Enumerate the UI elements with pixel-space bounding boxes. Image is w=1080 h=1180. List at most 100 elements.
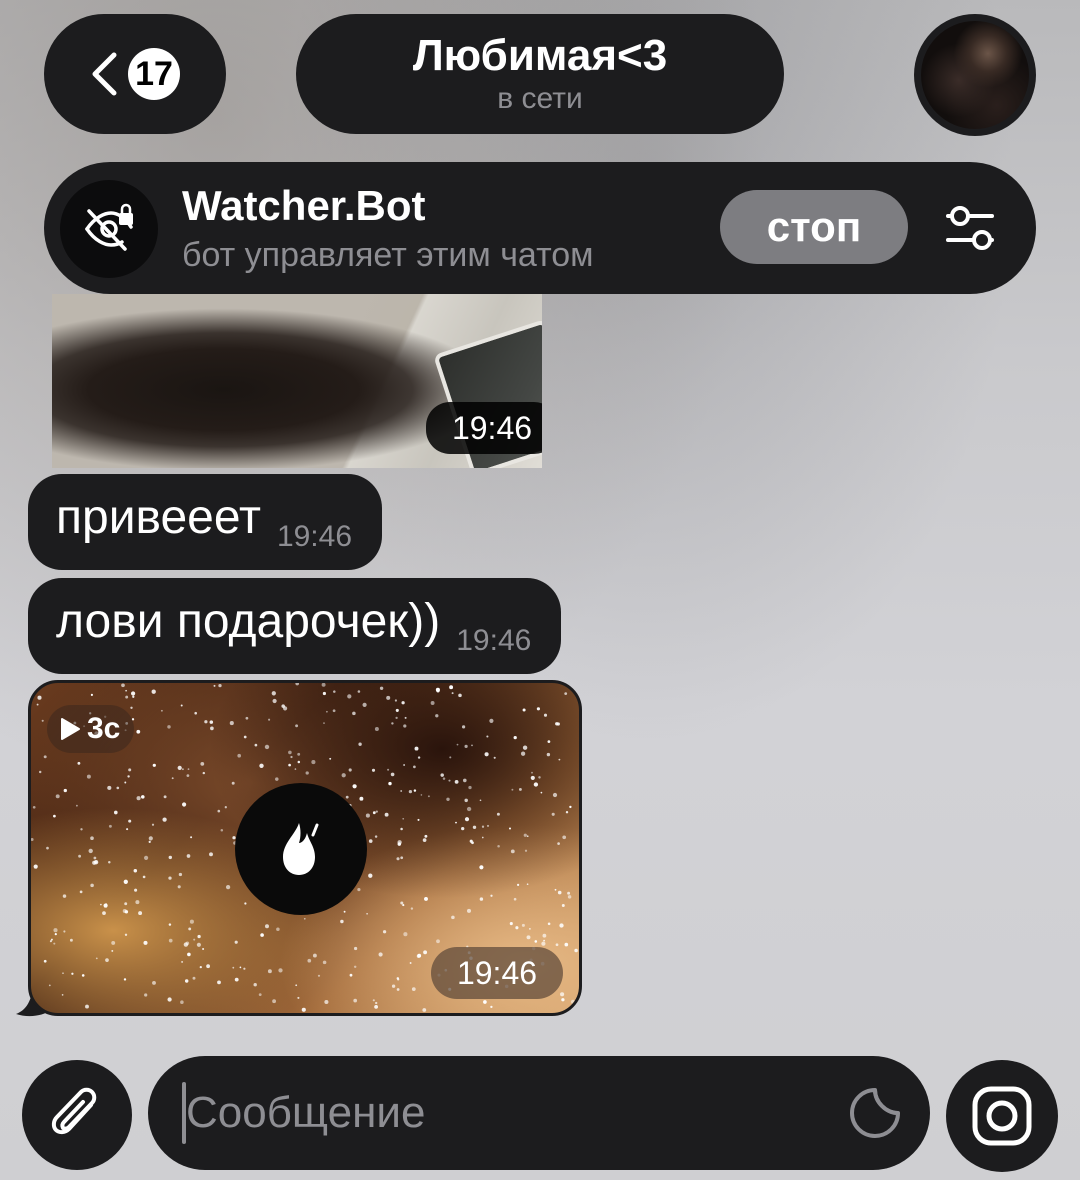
spoiler-particle [297,752,301,756]
spoiler-particle [37,695,42,700]
spoiler-particle [180,1000,184,1004]
spoiler-particle [371,768,376,772]
spoiler-particle [232,966,235,969]
spoiler-particle [374,1005,378,1009]
spoiler-particle [404,716,407,719]
spoiler-particle [362,702,367,707]
video-duration-badge: 3с [47,705,135,753]
spoiler-particle [111,940,116,945]
spoiler-particle [357,888,361,892]
photo-time: 19:46 [426,402,542,454]
spoiler-particle [237,753,242,758]
photo-message[interactable]: 19:46 [52,294,542,468]
spoiler-particle [391,984,396,988]
bot-avatar [60,180,158,278]
spoiler-particle [186,774,190,777]
spoiler-particle [121,683,125,688]
contact-avatar[interactable] [914,14,1036,136]
view-once-button[interactable] [235,783,367,915]
spoiler-particle [402,817,405,820]
spoiler-particle [567,895,572,899]
chat-header[interactable]: Любимая<3 в сети [296,14,784,134]
spoiler-particle [562,835,567,840]
spoiler-particle [497,844,500,848]
spoiler-particle [374,835,378,838]
back-button[interactable]: 17 [44,14,226,134]
spoiler-particle [560,992,565,997]
spoiler-particle [440,773,444,777]
spoiler-particle [111,949,114,952]
spoiler-particle [38,770,42,774]
spoiler-particle [200,762,205,766]
spoiler-particle [116,786,120,790]
spoiler-particle [436,939,440,944]
spoiler-particle [541,941,546,946]
message-placeholder: Сообщение [186,1088,426,1137]
stop-bot-button[interactable]: стоп [720,190,908,264]
spoiler-particle [46,846,49,850]
message-bubble[interactable]: привееет 19:46 [28,474,383,570]
spoiler-particle [180,704,183,707]
spoiler-particle [523,833,527,837]
spoiler-particle [95,957,98,960]
spoiler-particle [513,897,517,901]
spoiler-particle [95,861,98,864]
spoiler-particle [88,848,93,854]
spoiler-particle [496,812,500,816]
spoiler-particle [555,722,559,726]
spoiler-particle [151,689,156,694]
spoiler-particle [204,720,208,724]
spoiler-particle [486,824,490,827]
spoiler-particle [264,744,270,750]
spoiler-particle [243,735,247,739]
spoiler-particle [341,773,346,778]
spoiler-particle [54,933,57,936]
sliders-icon[interactable] [944,202,996,254]
spoiler-particle [93,856,97,860]
spoiler-particle [225,884,231,890]
spoiler-particle [220,828,224,832]
message-input[interactable]: Сообщение [148,1056,930,1170]
spoiler-particle [217,980,221,985]
spoiler-particle [530,775,535,780]
spoiler-particle [526,883,529,886]
message-bubble[interactable]: лови подарочек)) 19:46 [28,578,562,674]
spoiler-particle [323,722,325,724]
spoiler-particle [423,950,428,955]
spoiler-particle [427,795,430,798]
sticker-icon[interactable] [848,1086,902,1140]
spoiler-particle [510,849,515,854]
spoiler-particle [529,928,531,930]
chat-title: Любимая<3 [412,31,668,80]
spoiler-particle [454,779,459,784]
spoiler-particle [193,938,196,941]
spoiler-particle [378,952,383,957]
spoiler-particle [382,930,387,934]
spoiler-particle [127,775,130,778]
spoiler-particle [451,915,455,920]
camera-icon [972,1086,1032,1146]
spoiler-particle [451,692,454,695]
spoiler-particle [490,1005,493,1009]
spoiler-particle [43,959,47,963]
spoiler-particle [90,836,94,841]
spoiler-particle [168,938,173,943]
video-message[interactable]: 3с 19:46 [28,680,582,1016]
attach-button[interactable] [22,1060,132,1170]
spoiler-particle [559,923,564,928]
spoiler-particle [561,904,565,907]
spoiler-particle [332,709,336,713]
spoiler-particle [515,926,519,930]
video-time: 19:46 [431,947,563,999]
spoiler-particle [508,827,512,830]
spoiler-particle [305,771,309,775]
spoiler-particle [144,855,149,860]
spoiler-particle [368,873,373,878]
spoiler-particle [213,684,216,687]
spoiler-particle [466,806,472,812]
spoiler-particle [430,701,435,705]
spoiler-particle [33,864,38,869]
spoiler-particle [243,967,246,970]
spoiler-particle [41,719,44,722]
camera-button[interactable] [946,1060,1058,1172]
